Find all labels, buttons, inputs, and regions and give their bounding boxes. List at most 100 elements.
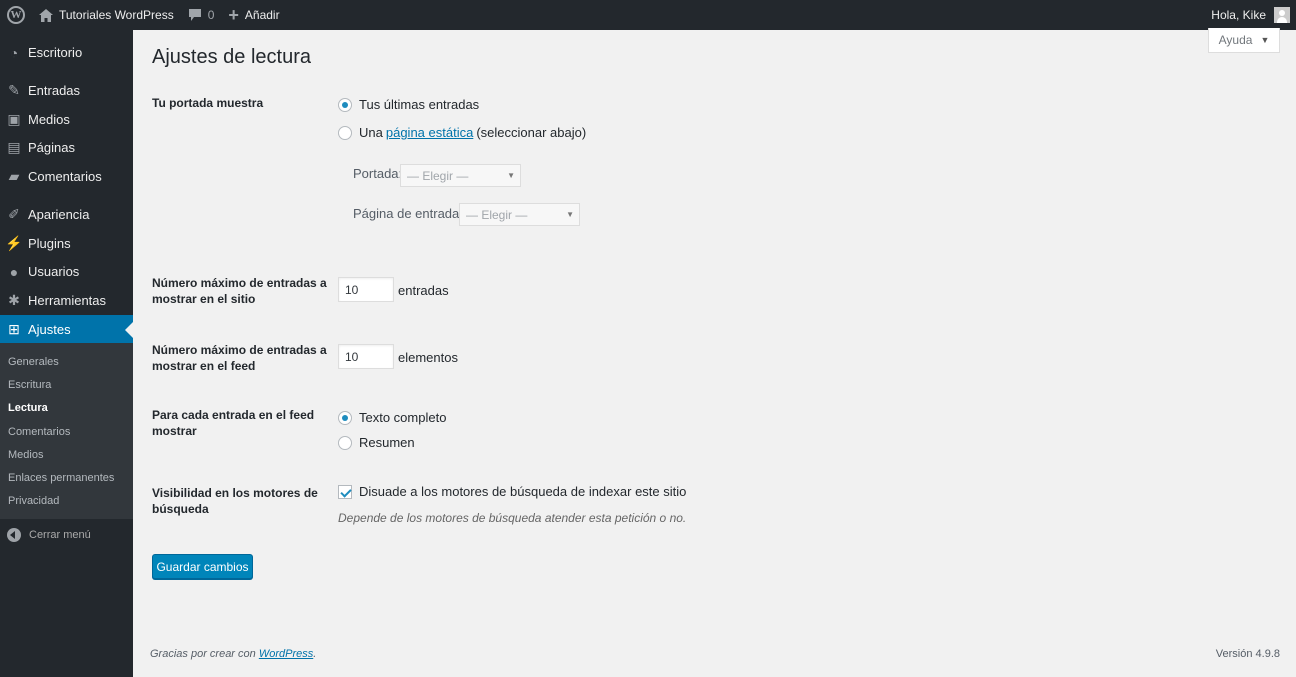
submenu-generales[interactable]: Generales <box>8 356 59 368</box>
posts-per-page-input[interactable] <box>338 277 394 302</box>
site-name: Tutoriales WordPress <box>59 8 174 22</box>
menu-item-label: Usuarios <box>28 264 80 279</box>
admin-bar: W Tutoriales WordPress 0 + Añadir Hola, … <box>0 0 1296 30</box>
page-title: Ajustes de lectura <box>152 46 311 68</box>
portada-label: Portada: <box>353 166 403 181</box>
menu-item-label: Medios <box>28 112 70 127</box>
radio-summary[interactable] <box>338 435 352 450</box>
option-full-text-label: Texto completo <box>359 410 447 425</box>
settings-icon: ⊞ <box>8 321 20 337</box>
wordpress-logo-icon: W <box>7 6 25 24</box>
select-arrow-icon: ▼ <box>507 171 515 180</box>
menu-item-usuarios[interactable]: ● Usuarios <box>0 257 133 286</box>
submenu-privacidad[interactable]: Privacidad <box>8 495 59 507</box>
menu-item-label: Entradas <box>28 83 81 98</box>
comments-count: 0 <box>207 8 215 22</box>
front-page-label: Tu portada muestra <box>152 96 264 110</box>
discourage-search-checkbox[interactable] <box>338 484 352 499</box>
posts-per-rss-unit: elementos <box>398 350 458 365</box>
posts-per-rss-label: Número máximo de entradas a mostrar en e… <box>152 343 327 373</box>
help-tab-label: Ayuda <box>1218 33 1253 47</box>
select-arrow-icon: ▼ <box>566 210 574 219</box>
new-content-menu[interactable]: + Añadir <box>221 0 286 30</box>
radio-latest-posts[interactable] <box>338 97 352 112</box>
portada-select-value: — Elegir — <box>407 168 469 183</box>
radio-static-page[interactable] <box>338 125 352 140</box>
save-changes-button[interactable]: Guardar cambios <box>152 554 253 579</box>
menu-item-entradas[interactable]: ✎ Entradas <box>0 76 133 105</box>
search-visibility-label: Visibilidad en los motores de búsqueda <box>152 486 318 516</box>
option-static-page[interactable]: Una página estática (seleccionar abajo) <box>338 125 586 140</box>
footer-thanks-prefix: Gracias por crear con <box>150 648 256 660</box>
wordpress-link[interactable]: WordPress <box>259 648 313 660</box>
radio-full-text[interactable] <box>338 410 352 425</box>
page-icon: ▤ <box>7 139 21 155</box>
home-icon <box>39 8 53 22</box>
menu-item-label: Plugins <box>28 236 71 251</box>
site-name-link[interactable]: Tutoriales WordPress <box>32 0 181 30</box>
greeting: Hola, Kike <box>1211 8 1266 22</box>
posts-page-label: Página de entradas: <box>353 206 470 221</box>
discourage-search-label: Disuade a los motores de búsqueda de ind… <box>359 484 687 499</box>
menu-item-label: Ajustes <box>28 322 71 337</box>
footer-thanks: Gracias por crear con WordPress. <box>150 648 316 660</box>
menu-item-label: Escritorio <box>28 45 83 60</box>
option-static-suffix: (seleccionar abajo) <box>476 125 587 140</box>
collapse-menu-label: Cerrar menú <box>29 529 91 541</box>
option-summary[interactable]: Resumen <box>338 435 415 450</box>
menu-item-label: Apariencia <box>28 207 90 222</box>
brush-icon: ✐ <box>8 206 20 222</box>
admin-sidebar: ◔ Escritorio ✎ Entradas ▣ Medios ▤ Págin… <box>0 30 133 677</box>
avatar <box>1274 7 1290 23</box>
menu-item-ajustes[interactable]: ⊞ Ajustes <box>0 315 133 344</box>
collapse-menu-button[interactable]: Cerrar menú <box>0 524 91 546</box>
submenu-escritura[interactable]: Escritura <box>8 379 51 391</box>
option-latest-posts-label: Tus últimas entradas <box>359 97 480 112</box>
option-static-prefix: Una <box>359 125 383 140</box>
discourage-search-option[interactable]: Disuade a los motores de búsqueda de ind… <box>338 484 686 499</box>
help-tab-button[interactable]: Ayuda ▼ <box>1208 28 1280 53</box>
option-full-text[interactable]: Texto completo <box>338 410 446 425</box>
posts-per-page-unit: entradas <box>398 283 449 298</box>
footer-thanks-suffix: . <box>313 648 317 660</box>
comments-link[interactable]: 0 <box>181 0 222 30</box>
submenu-enlaces-permanentes[interactable]: Enlaces permanentes <box>8 472 114 484</box>
menu-item-apariencia[interactable]: ✐ Apariencia <box>0 200 133 229</box>
posts-page-select-value: — Elegir — <box>466 207 528 222</box>
posts-page-select[interactable]: — Elegir — ▼ <box>459 203 580 226</box>
media-icon: ▣ <box>7 111 21 127</box>
new-content-label: Añadir <box>244 8 280 22</box>
submenu-medios[interactable]: Medios <box>8 449 43 461</box>
comment-bubble-icon <box>188 8 201 21</box>
submenu-comentarios[interactable]: Comentarios <box>8 426 70 438</box>
menu-item-paginas[interactable]: ▤ Páginas <box>0 133 133 162</box>
settings-submenu: Generales Escritura Lectura Comentarios … <box>0 343 133 519</box>
menu-item-comentarios[interactable]: ▰ Comentarios <box>0 162 133 191</box>
menu-item-label: Comentarios <box>28 169 102 184</box>
portada-select[interactable]: — Elegir — ▼ <box>400 164 521 187</box>
menu-item-label: Herramientas <box>28 293 107 308</box>
footer-version: Versión 4.9.8 <box>1215 648 1280 660</box>
submenu-lectura[interactable]: Lectura <box>8 402 48 414</box>
pin-icon: ✎ <box>8 82 20 98</box>
posts-per-page-label: Número máximo de entradas a mostrar en e… <box>152 276 327 306</box>
menu-item-medios[interactable]: ▣ Medios <box>0 105 133 134</box>
plugin-icon: ⚡ <box>5 235 23 251</box>
wp-logo-menu[interactable]: W <box>0 0 32 30</box>
static-page-link[interactable]: página estática <box>386 125 473 140</box>
menu-item-label: Páginas <box>28 140 75 155</box>
search-visibility-description: Depende de los motores de búsqueda atend… <box>338 511 687 525</box>
option-summary-label: Resumen <box>359 435 415 450</box>
dashboard-icon: ◔ <box>9 44 19 61</box>
option-latest-posts[interactable]: Tus últimas entradas <box>338 97 479 112</box>
menu-item-escritorio[interactable]: ◔ Escritorio <box>0 38 133 67</box>
menu-item-plugins[interactable]: ⚡ Plugins <box>0 229 133 258</box>
user-icon: ● <box>9 263 19 280</box>
plus-icon: + <box>228 5 239 25</box>
wrench-icon: ✱ <box>8 292 20 308</box>
comment-icon: ▰ <box>8 168 20 184</box>
menu-item-herramientas[interactable]: ✱ Herramientas <box>0 286 133 315</box>
posts-per-rss-input[interactable] <box>338 344 394 369</box>
my-account-menu[interactable]: Hola, Kike <box>1204 0 1296 30</box>
collapse-arrow-icon <box>7 528 21 542</box>
